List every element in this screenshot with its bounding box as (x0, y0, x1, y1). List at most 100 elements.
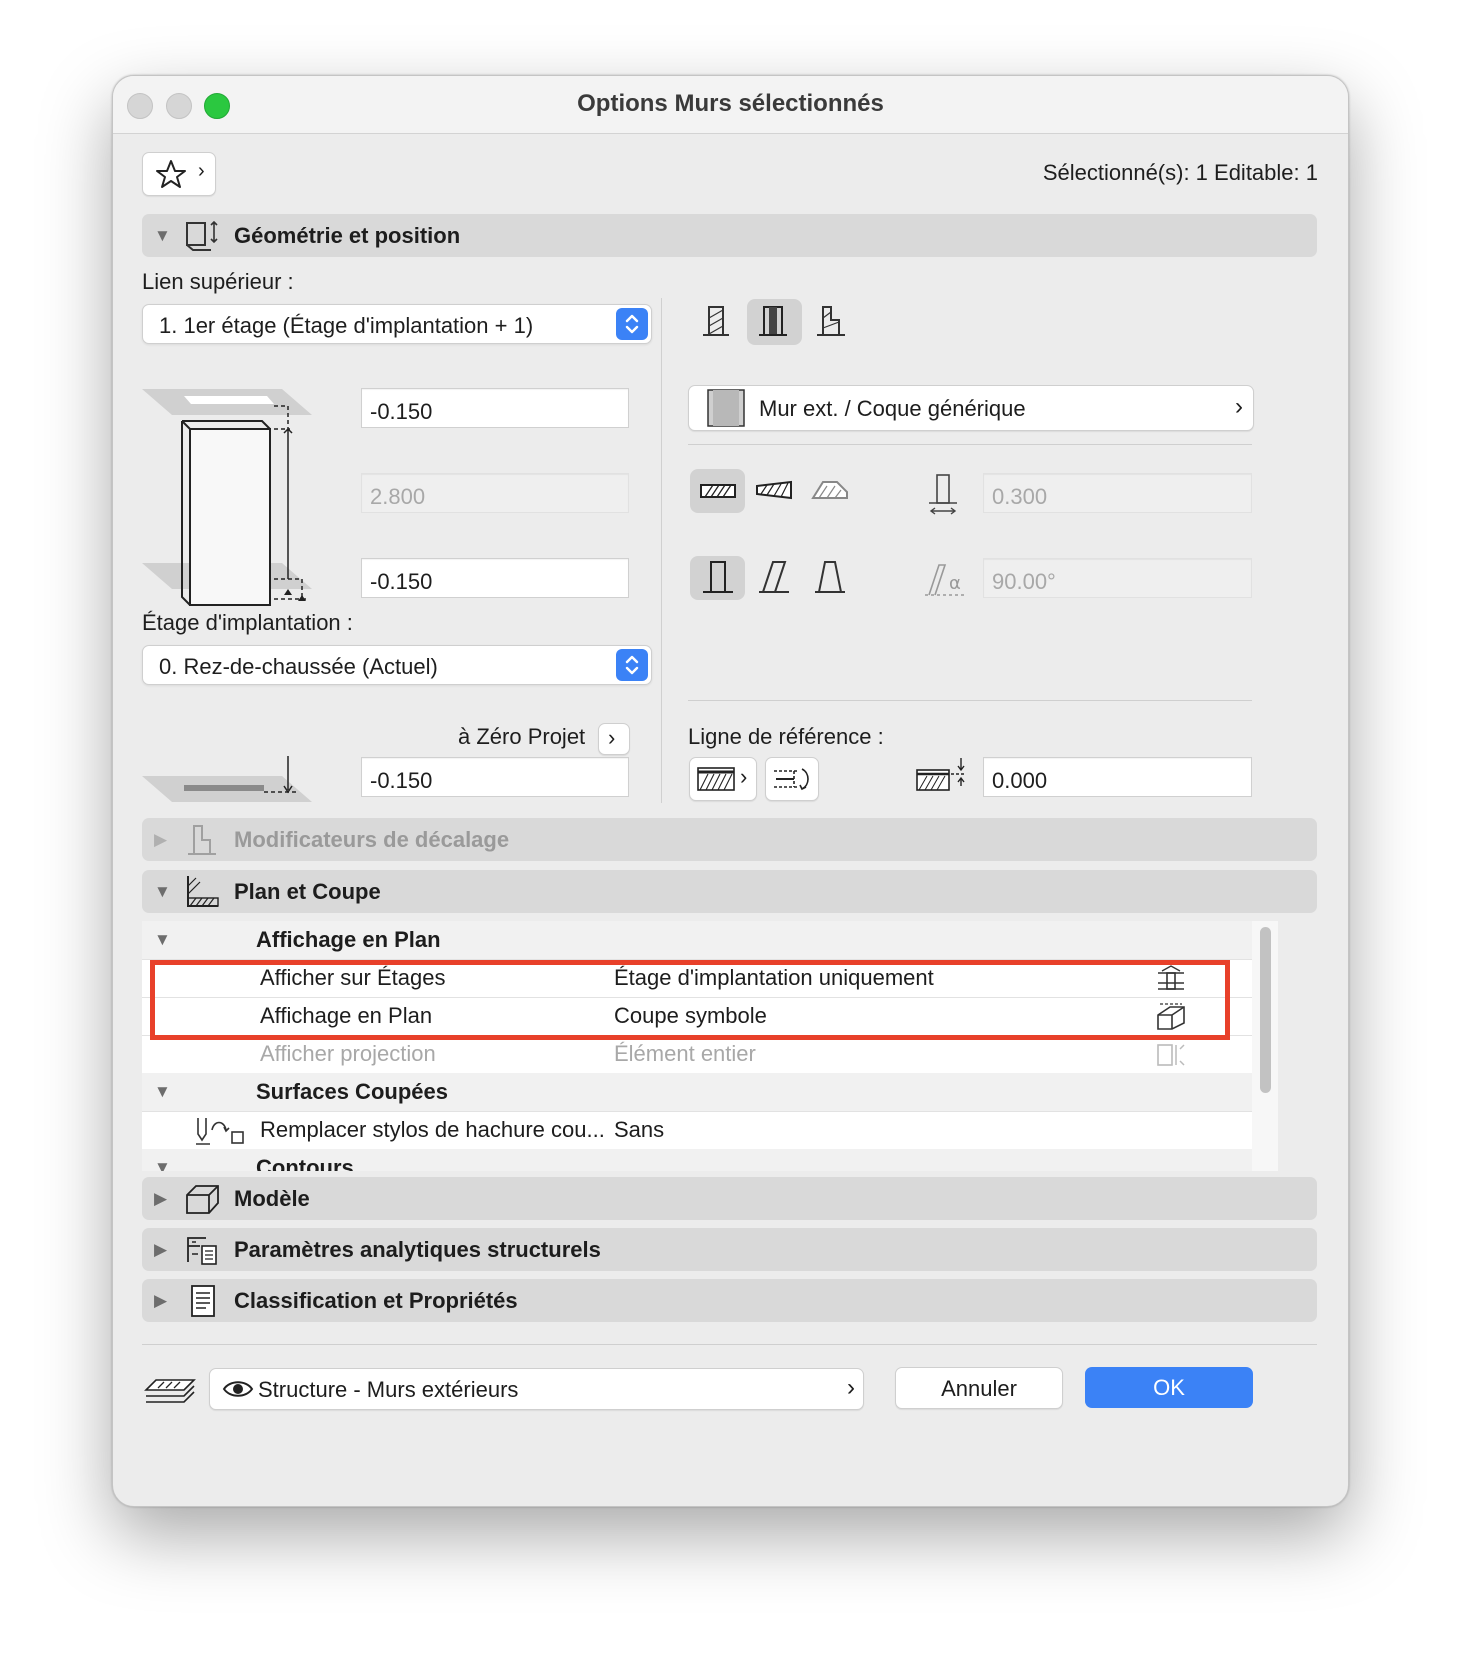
column-divider (661, 298, 662, 803)
bottom-offset-field[interactable]: -0.150 (361, 558, 629, 598)
offset-modifier-icon (188, 825, 216, 855)
disclosure-open-icon: ▼ (154, 1158, 171, 1171)
group-label: Affichage en Plan (256, 927, 441, 952)
top-offset-field[interactable]: -0.150 (361, 388, 629, 428)
section-offset-modifiers[interactable]: ▶ Modificateurs de décalage (142, 818, 1317, 861)
top-link-select[interactable]: 1. 1er étage (Étage d'implantation + 1) (142, 304, 652, 344)
thickness-icon (929, 474, 957, 515)
flip-icon (774, 768, 809, 791)
group-row-cut-surfaces[interactable]: ▼ Surfaces Coupées (142, 1073, 1252, 1112)
svg-text:α: α (949, 573, 961, 594)
home-story-label: Étage d'implantation : (142, 610, 353, 635)
window-title: Options Murs sélectionnés (577, 90, 884, 117)
height-field[interactable]: 2.800 (361, 473, 629, 513)
zero-project-button[interactable]: › (598, 723, 630, 755)
plan-section-icon (187, 876, 219, 907)
vertical-wall-icon (703, 561, 733, 593)
composite-wall-icon (759, 306, 787, 336)
section-title: Paramètres analytiques structurels (234, 1237, 601, 1262)
disclosure-open-icon: ▼ (154, 1082, 171, 1101)
top-link-value: 1. 1er étage (Étage d'implantation + 1) (159, 313, 534, 338)
selection-status: Sélectionné(s): 1 Editable: 1 (1042, 160, 1318, 185)
section-structural-analytics[interactable]: ▶ Paramètres analytiques structurels (142, 1228, 1317, 1271)
section-title: Géométrie et position (234, 223, 461, 248)
divider (688, 700, 1252, 701)
eye-icon (222, 1381, 254, 1397)
layer-name: Structure - Murs extérieurs (258, 1377, 519, 1402)
composite-selector[interactable]: Mur ext. / Coque générique › (688, 385, 1254, 431)
double-slanted-wall-icon[interactable] (813, 559, 847, 597)
group-row-contours[interactable]: ▼ Contours (142, 1149, 1252, 1171)
cancel-label: Annuler (941, 1376, 1017, 1401)
thickness-field[interactable]: 0.300 (983, 473, 1252, 513)
straight-wall-icon (700, 484, 736, 498)
divider (688, 444, 1252, 445)
table-row-override-hatch-pens[interactable]: Remplacer stylos de hachure cou... Sans (142, 1111, 1252, 1150)
stepper-icon (616, 649, 648, 681)
structural-analytics-icon (187, 1237, 217, 1265)
section-model[interactable]: ▶ Modèle (142, 1177, 1317, 1220)
disclosure-open-icon: ▼ (154, 882, 171, 901)
home-story-select[interactable]: 0. Rez-de-chaussée (Actuel) (142, 645, 652, 685)
section-geometry[interactable]: ▼ Géométrie et position (142, 214, 1317, 257)
reference-offset-field[interactable]: 0.000 (983, 757, 1252, 797)
chevron-right-icon: › (198, 160, 205, 182)
reference-line-position-button[interactable]: › (689, 757, 757, 801)
pen-override-icon (196, 1118, 244, 1145)
trapezoid-wall-icon[interactable] (755, 476, 793, 506)
section-title: Modificateurs de décalage (234, 827, 510, 852)
basic-wall-icon[interactable] (699, 304, 735, 340)
composite-pattern-icon (707, 389, 745, 427)
group-label: Contours (256, 1155, 354, 1171)
table-scrollbar-track[interactable] (1252, 921, 1278, 1171)
slanted-wall-icon[interactable] (757, 559, 791, 597)
wall-geometry-icon (186, 220, 218, 251)
title-bar: Options Murs sélectionnés (113, 76, 1348, 134)
section-title: Modèle (234, 1186, 310, 1211)
star-icon (156, 160, 186, 188)
section-classification[interactable]: ▶ Classification et Propriétés (142, 1279, 1317, 1322)
disclosure-closed-icon: ▶ (154, 1291, 168, 1310)
table-row-show-projection[interactable]: Afficher projection Élément entier (142, 1035, 1252, 1074)
row-label: Remplacer stylos de hachure cou... (260, 1117, 605, 1142)
profiled-wall-icon[interactable] (813, 304, 849, 340)
disclosure-closed-icon: ▶ (154, 1240, 168, 1259)
chevron-right-icon: › (608, 725, 616, 750)
plan-settings-table: ▼ Affichage en Plan Afficher sur Étages … (142, 921, 1252, 1171)
angle-icon: α (925, 564, 967, 596)
chevron-right-icon: › (740, 764, 748, 789)
angle-field[interactable]: 90.00° (983, 558, 1252, 598)
polygonal-wall-icon[interactable] (811, 476, 851, 506)
table-scrollbar-thumb[interactable] (1260, 927, 1271, 1093)
chevron-right-icon: › (1235, 393, 1243, 420)
layer-icon (144, 1379, 196, 1403)
reference-line-label: Ligne de référence : (688, 724, 884, 749)
disclosure-closed-icon: ▶ (154, 830, 168, 849)
group-label: Surfaces Coupées (256, 1079, 448, 1104)
section-title: Classification et Propriétés (234, 1288, 518, 1313)
group-row-floor-plan-display[interactable]: ▼ Affichage en Plan (142, 921, 1252, 960)
row-value: Sans (614, 1117, 665, 1142)
chevron-right-icon: › (847, 1374, 855, 1401)
section-title: Plan et Coupe (234, 879, 381, 904)
highlight-box (150, 960, 1230, 1040)
stepper-icon (616, 308, 648, 340)
reference-line-icon (697, 767, 735, 791)
model-box-icon (186, 1185, 219, 1214)
cancel-button[interactable]: Annuler (895, 1367, 1063, 1409)
favorites-button[interactable]: › (142, 152, 216, 196)
zero-project-label: à Zéro Projet (458, 724, 586, 749)
zero-offset-field[interactable]: -0.150 (361, 757, 629, 797)
disclosure-open-icon: ▼ (154, 930, 171, 949)
home-story-value: 0. Rez-de-chaussée (Actuel) (159, 654, 438, 679)
ok-label: OK (1153, 1375, 1185, 1400)
projection-icon (1157, 1044, 1185, 1066)
section-plan-section[interactable]: ▼ Plan et Coupe (142, 870, 1317, 913)
footer-divider (142, 1344, 1317, 1345)
top-link-label: Lien supérieur : (142, 269, 294, 294)
ok-button[interactable]: OK (1085, 1367, 1253, 1408)
layer-selector[interactable]: Structure - Murs extérieurs › (209, 1368, 864, 1410)
wall-height-diagram (142, 389, 312, 606)
zero-level-diagram (142, 756, 312, 802)
flip-reference-button[interactable] (765, 757, 819, 801)
